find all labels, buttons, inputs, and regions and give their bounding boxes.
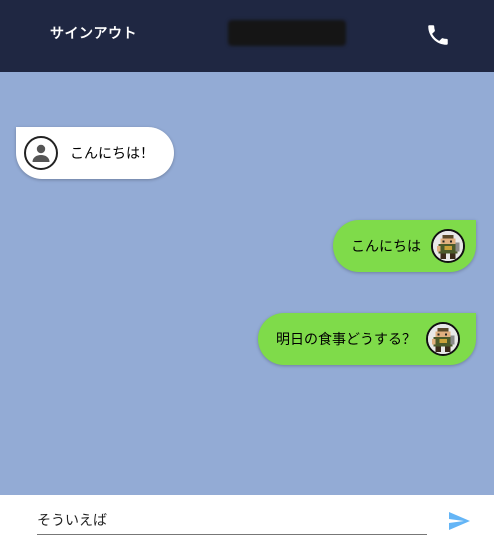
phone-icon[interactable] <box>425 22 451 48</box>
message-bubble-incoming: こんにちは！ <box>16 127 174 179</box>
signout-button[interactable]: サインアウト <box>50 23 137 43</box>
message-text: こんにちは！ <box>70 146 154 162</box>
pixel-character-avatar-icon <box>431 229 465 263</box>
message-input[interactable] <box>37 509 427 535</box>
user-avatar-icon <box>24 136 58 170</box>
redacted-title <box>228 20 346 46</box>
app-header: サインアウト <box>0 0 494 72</box>
send-icon[interactable] <box>447 509 471 533</box>
message-composer <box>0 495 494 548</box>
message-text: 明日の食事どうする？ <box>276 332 416 348</box>
message-bubble-outgoing: 明日の食事どうする？ <box>258 313 476 365</box>
message-list: こんにちは！ こんにちは 明日の食事どうする？ <box>0 72 494 495</box>
message-text: こんにちは <box>351 239 421 255</box>
pixel-character-avatar-icon <box>426 322 460 356</box>
message-bubble-outgoing: こんにちは <box>333 220 476 272</box>
